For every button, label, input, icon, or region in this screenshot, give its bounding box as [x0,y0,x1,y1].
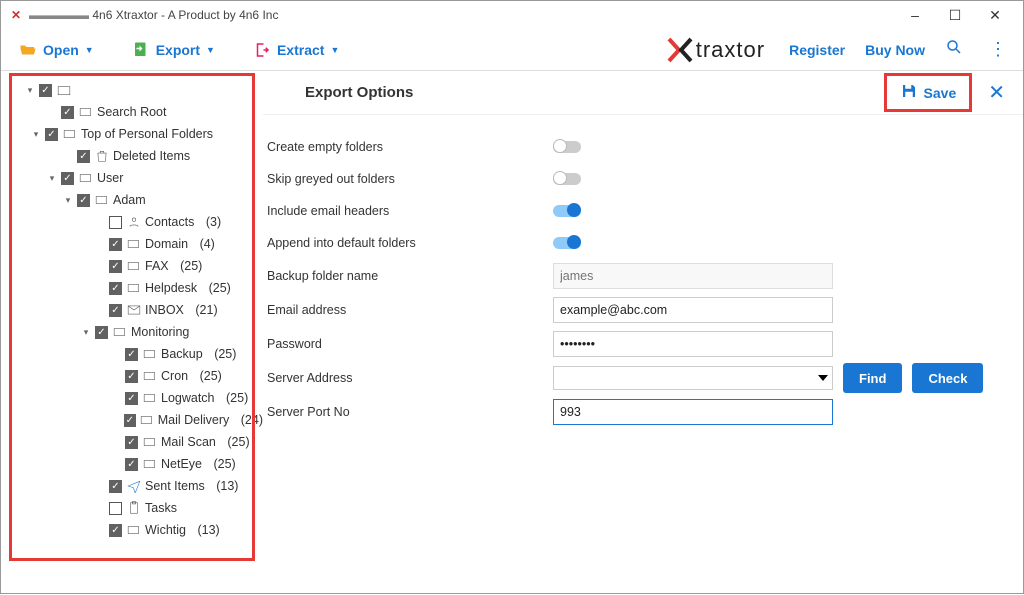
tree-item-inbox[interactable]: ▸ INBOX (21) [1,299,263,321]
label-create-empty: Create empty folders [267,140,553,154]
extract-icon [253,41,271,59]
tree-item-helpdesk[interactable]: ▸ Helpdesk (25) [1,277,263,299]
tree-item-logwatch[interactable]: ▸ Logwatch (25) [1,387,263,409]
export-menu[interactable]: Export ▼ [124,37,223,63]
tree-item-contacts[interactable]: ▸ Contacts (3) [1,211,263,233]
open-menu[interactable]: Open ▼ [11,37,102,63]
find-button[interactable]: Find [843,363,902,393]
caret-down-icon: ▼ [330,45,339,55]
tree-item-wichtig[interactable]: ▸ Wichtig (13) [1,519,263,541]
label-email: Email address [267,303,553,317]
tree-item-cron[interactable]: ▸ Cron (25) [1,365,263,387]
save-button-highlight: Save [884,73,973,112]
tree-item-tasks[interactable]: ▸ Tasks [1,497,263,519]
toggle-include-headers[interactable] [553,205,581,217]
tree-item-fax[interactable]: ▸ FAX (25) [1,255,263,277]
search-icon[interactable] [945,38,963,61]
tree-item-domain[interactable]: ▸ Domain (4) [1,233,263,255]
minimize-button[interactable]: – [895,1,935,29]
label-backup-name: Backup folder name [267,269,553,283]
close-panel-button[interactable]: ✕ [982,80,1011,105]
tree-item-maildelivery[interactable]: ▸ Mail Delivery (24) [1,409,263,431]
export-icon [132,41,150,59]
tree-item-neteye[interactable]: ▸ NetEye (25) [1,453,263,475]
chevron-down-icon [818,375,828,381]
app-logo: traxtor [667,37,765,63]
save-icon [900,82,918,103]
check-button[interactable]: Check [912,363,983,393]
tree-parent-item[interactable]: ▾ [1,79,263,101]
folder-open-icon [19,41,37,59]
maximize-button[interactable]: ☐ [935,1,975,29]
server-address-dropdown[interactable] [553,366,833,390]
label-append-default: Append into default folders [267,236,553,250]
app-icon: ✕ [9,8,23,22]
export-options-title: Export Options [305,84,884,101]
tree-item-sentitems[interactable]: ▸ Sent Items (13) [1,475,263,497]
tree-item-search-root[interactable]: ▸ Search Root [1,101,263,123]
tree-item-top-folders[interactable]: ▾ Top of Personal Folders [1,123,263,145]
tree-item-deleted[interactable]: ▸ Deleted Items [1,145,263,167]
label-server-address: Server Address [267,371,553,385]
toggle-skip-greyed[interactable] [553,173,581,185]
label-password: Password [267,337,553,351]
tree-item-monitoring[interactable]: ▾ Monitoring [1,321,263,343]
close-window-button[interactable]: ✕ [975,1,1015,29]
label-include-headers: Include email headers [267,204,553,218]
kebab-menu[interactable]: ⋮ [983,39,1013,60]
server-port-input[interactable] [553,399,833,425]
label-server-port: Server Port No [267,405,553,419]
label-skip-greyed: Skip greyed out folders [267,172,553,186]
window-title: ▬▬▬▬▬ 4n6 Xtraxtor - A Product by 4n6 In… [29,8,895,22]
register-link[interactable]: Register [789,42,845,58]
extract-menu[interactable]: Extract ▼ [245,37,347,63]
tree-item-mailscan[interactable]: ▸ Mail Scan (25) [1,431,263,453]
tree-item-user[interactable]: ▾ User [1,167,263,189]
caret-down-icon: ▼ [85,45,94,55]
password-input[interactable] [553,331,833,357]
tree-item-adam[interactable]: ▾ Adam [1,189,263,211]
toggle-append-default[interactable] [553,237,581,249]
backup-name-input[interactable] [553,263,833,289]
caret-down-icon: ▼ [206,45,215,55]
save-button[interactable]: Save [890,78,967,107]
tree-item-backup[interactable]: ▸ Backup (25) [1,343,263,365]
buy-now-link[interactable]: Buy Now [865,42,925,58]
toggle-create-empty[interactable] [553,141,581,153]
email-input[interactable] [553,297,833,323]
